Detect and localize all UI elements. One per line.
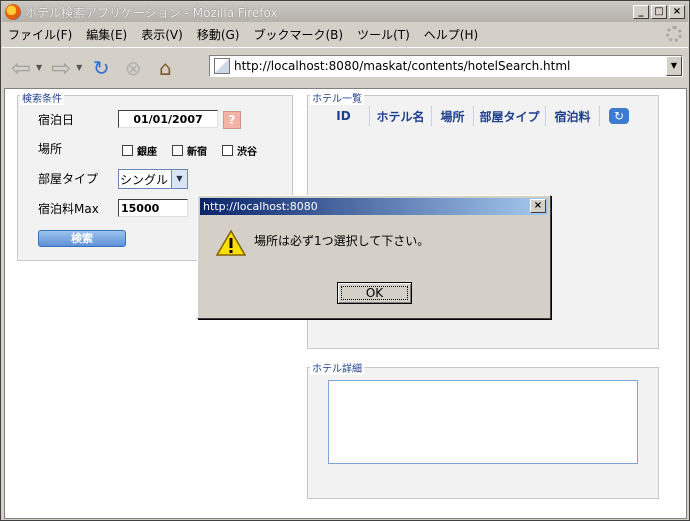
dialog-title: http://localhost:8080 <box>203 200 318 213</box>
place-checkbox-shibuya[interactable]: 渋谷 <box>222 143 257 158</box>
back-dropdown-icon[interactable]: ▼ <box>36 63 42 72</box>
room-type-value: シングル <box>120 172 169 187</box>
page-icon <box>214 58 230 74</box>
menu-go[interactable]: 移動(G) <box>197 26 240 43</box>
menu-bar: ファイル(F) 編集(E) 表示(V) 移動(G) ブックマーク(B) ツール(… <box>2 23 688 45</box>
ok-button[interactable]: OK <box>337 282 412 304</box>
menu-help[interactable]: ヘルプ(H) <box>424 26 478 43</box>
place-label: 場所 <box>38 142 63 156</box>
title-bar: ホテル検索アプリケーション - Mozilla Firefox _ □ × <box>2 2 688 22</box>
home-icon[interactable]: ⌂ <box>152 55 178 81</box>
forward-arrow-icon[interactable]: ⇨ <box>48 54 74 82</box>
column-header-id[interactable]: ID <box>318 106 370 126</box>
stop-icon[interactable]: ⊗ <box>120 55 146 81</box>
menu-file[interactable]: ファイル(F) <box>8 26 72 43</box>
menu-edit[interactable]: 編集(E) <box>86 26 127 43</box>
room-type-label: 部屋タイプ <box>38 172 99 186</box>
max-price-input[interactable]: 15000 <box>118 199 188 217</box>
throbber-icon <box>666 26 682 42</box>
dialog-close-button[interactable]: × <box>530 199 546 213</box>
menu-tools[interactable]: ツール(T) <box>357 26 410 43</box>
back-arrow-icon[interactable]: ⇦ <box>8 54 34 82</box>
column-header-price[interactable]: 宿泊料 <box>546 106 600 126</box>
column-header-place[interactable]: 場所 <box>432 106 474 126</box>
search-panel-title: 検索条件 <box>20 90 64 105</box>
refresh-icon[interactable]: ↻ <box>609 108 629 124</box>
url-dropdown-icon[interactable]: ▼ <box>666 56 682 76</box>
address-bar[interactable]: http://localhost:8080/maskat/contents/ho… <box>209 55 683 77</box>
forward-dropdown-icon[interactable]: ▼ <box>76 63 82 72</box>
maximize-button[interactable]: □ <box>651 5 667 19</box>
close-window-button[interactable]: × <box>669 5 685 19</box>
hotel-detail-title: ホテル詳細 <box>310 360 364 375</box>
stay-date-input[interactable]: 01/01/2007 <box>118 110 218 128</box>
date-picker-button[interactable]: ? <box>223 111 241 129</box>
navigation-toolbar: ⇦ ▼ ⇨ ▼ ↻ ⊗ ⌂ http://localhost:8080/maskat… <box>2 47 688 87</box>
window-title: ホテル検索アプリケーション - Mozilla Firefox <box>25 5 278 20</box>
firefox-logo-icon <box>5 4 21 20</box>
column-header-hotel-name[interactable]: ホテル名 <box>370 106 432 126</box>
max-price-label: 宿泊料Max <box>38 202 99 216</box>
chevron-down-icon[interactable]: ▼ <box>171 170 187 188</box>
column-header-room-type[interactable]: 部屋タイプ <box>474 106 546 126</box>
reload-icon[interactable]: ↻ <box>88 55 114 81</box>
alert-dialog: http://localhost:8080 × 場所は必ず1つ選択して下さい。 … <box>197 195 551 319</box>
stay-date-label: 宿泊日 <box>38 113 75 127</box>
dialog-message: 場所は必ず1つ選択して下さい。 <box>254 234 430 248</box>
place-checkbox-ginza[interactable]: 銀座 <box>122 143 157 158</box>
url-text[interactable]: http://localhost:8080/maskat/contents/ho… <box>234 59 570 73</box>
dialog-title-bar: http://localhost:8080 × <box>200 198 548 215</box>
minimize-button[interactable]: _ <box>633 5 649 19</box>
menu-bookmarks[interactable]: ブックマーク(B) <box>253 26 343 43</box>
hotel-detail-box <box>328 380 638 464</box>
search-button[interactable]: 検索 <box>38 230 126 247</box>
hotel-list-title: ホテル一覧 <box>310 90 364 105</box>
warning-icon <box>216 230 246 256</box>
room-type-select[interactable]: シングル ▼ <box>118 169 188 189</box>
browser-window: ホテル検索アプリケーション - Mozilla Firefox _ □ × ファ… <box>0 0 690 521</box>
place-checkbox-shinjuku[interactable]: 新宿 <box>172 143 207 158</box>
hotel-detail-panel: ホテル詳細 <box>307 360 659 499</box>
menu-view[interactable]: 表示(V) <box>141 26 183 43</box>
